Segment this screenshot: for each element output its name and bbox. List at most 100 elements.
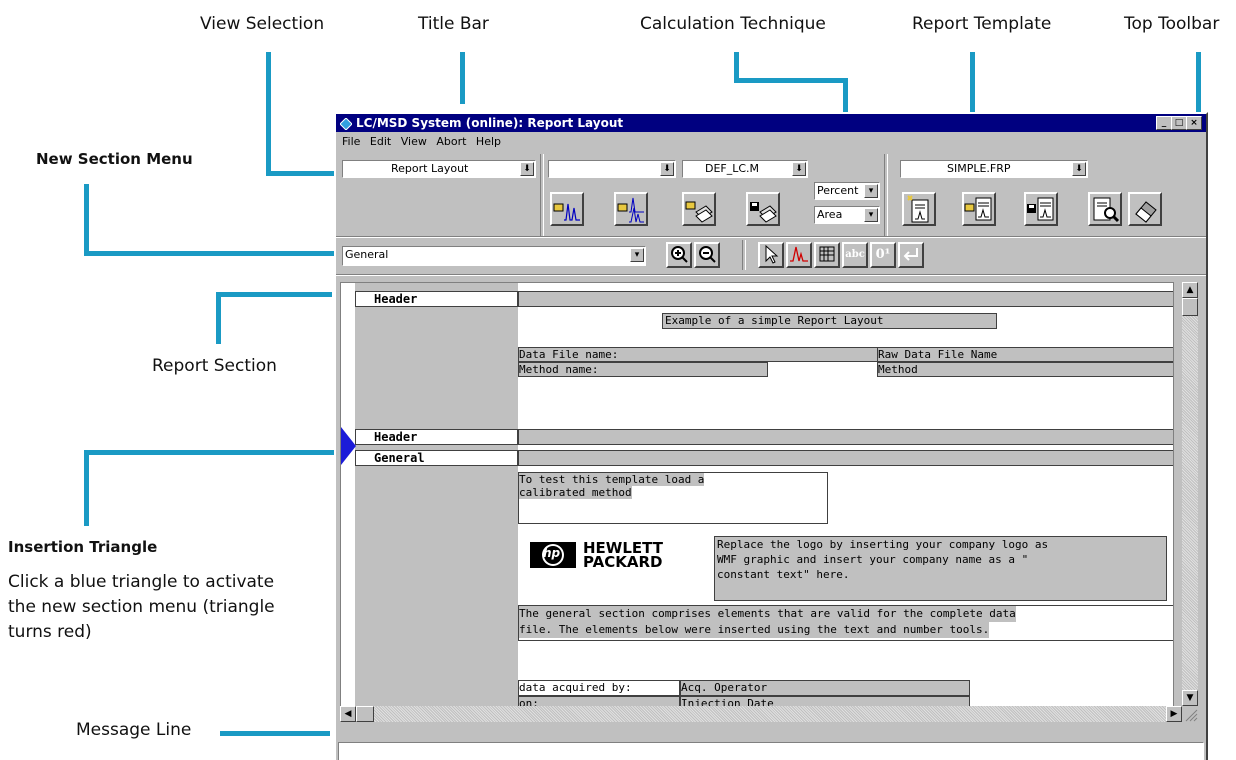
method-name-field[interactable]: Method name: <box>518 362 768 377</box>
menu-view[interactable]: View <box>401 135 427 148</box>
return-arrow-icon <box>903 248 918 261</box>
test-text-box[interactable]: To test this template load a calibrated … <box>518 472 828 524</box>
select-tool-button[interactable] <box>758 242 784 268</box>
dropdown-arrow-icon[interactable]: ⬇ <box>660 162 674 176</box>
save-template-button[interactable] <box>1024 192 1058 226</box>
menu-edit[interactable]: Edit <box>370 135 391 148</box>
leader-view-selection-h <box>266 171 342 176</box>
new-template-button[interactable] <box>902 192 936 226</box>
toolbar-divider <box>336 274 1206 276</box>
scroll-down-icon[interactable]: ▼ <box>1182 690 1198 706</box>
save-template-icon <box>1027 197 1054 221</box>
pointer-arrow-icon <box>765 244 779 264</box>
leader-view-selection <box>266 52 271 176</box>
callout-view-selection: View Selection <box>200 14 325 34</box>
load-signal-button[interactable] <box>550 192 584 226</box>
menu-abort[interactable]: Abort <box>436 135 466 148</box>
data-file-combo[interactable]: ⬇ <box>548 160 676 178</box>
zoom-in-button[interactable] <box>666 242 692 268</box>
report-title-field[interactable]: Example of a simple Report Layout <box>662 313 997 329</box>
close-button[interactable]: × <box>1186 116 1202 130</box>
scroll-thumb[interactable] <box>1182 298 1198 316</box>
save-method-icon <box>750 202 777 223</box>
leader-report-section-h <box>216 292 332 297</box>
dropdown-arrow-icon[interactable]: ▾ <box>864 184 878 198</box>
horizontal-scrollbar[interactable]: ◀ ▶ <box>340 706 1182 722</box>
acquired-by-label[interactable]: data acquired by: <box>518 680 680 696</box>
method-combo[interactable]: DEF_LC.M ⬇ <box>682 160 808 178</box>
calc-percent-combo[interactable]: Percent ▾ <box>814 182 880 200</box>
scroll-left-icon[interactable]: ◀ <box>340 706 356 722</box>
leader-calc-2 <box>734 78 848 83</box>
callout-new-section-menu: New Section Menu <box>36 150 193 168</box>
number-tool-button[interactable]: 0¹ <box>870 242 896 268</box>
hp-logo[interactable]: hp HEWLETT PACKARD <box>529 539 699 571</box>
save-method-button[interactable] <box>746 192 780 226</box>
replace-logo-text[interactable]: Replace the logo by inserting your compa… <box>714 536 1167 601</box>
scroll-h-thumb[interactable] <box>356 706 374 722</box>
callout-calculation-technique: Calculation Technique <box>640 14 826 34</box>
menu-file[interactable]: File <box>342 135 360 148</box>
leader-insertion-h <box>84 450 346 455</box>
toolbar-separator <box>742 240 746 270</box>
leader-report-section <box>216 292 221 344</box>
section-header-label[interactable]: Header <box>355 291 518 307</box>
section-general-bar[interactable] <box>518 450 1173 466</box>
vertical-scrollbar[interactable]: ▲ ▼ <box>1182 282 1198 706</box>
data-file-field[interactable]: Data File name: <box>518 347 878 362</box>
general-description-text[interactable]: The general section comprises elements t… <box>518 605 1173 641</box>
dropdown-arrow-icon[interactable]: ⬇ <box>1072 162 1086 176</box>
message-line <box>338 742 1204 760</box>
leader-new-section <box>84 184 89 256</box>
load-method-button[interactable] <box>682 192 716 226</box>
scroll-right-icon[interactable]: ▶ <box>1166 706 1182 722</box>
acq-operator-field[interactable]: Acq. Operator <box>680 680 970 696</box>
section-select-combo[interactable]: General ▾ <box>342 246 646 266</box>
section-header-bar[interactable] <box>518 291 1173 307</box>
menu-help[interactable]: Help <box>476 135 501 148</box>
eraser-icon <box>1135 201 1157 223</box>
return-tool-button[interactable] <box>898 242 924 268</box>
raw-data-field[interactable]: Raw Data File Name <box>877 347 1173 362</box>
table-tool-button[interactable] <box>814 242 840 268</box>
calc-area-combo[interactable]: Area ▾ <box>814 206 880 224</box>
minimize-button[interactable]: _ <box>1156 116 1172 130</box>
callout-title-bar: Title Bar <box>418 14 489 34</box>
dropdown-arrow-icon[interactable]: ▾ <box>864 208 878 222</box>
leader-calc-1 <box>734 52 739 80</box>
zoom-out-icon <box>699 246 716 263</box>
report-layout-canvas[interactable]: Header Example of a simple Report Layout… <box>340 282 1174 708</box>
maximize-button[interactable]: □ <box>1171 116 1187 130</box>
signal-red-icon <box>790 246 808 262</box>
table-grid-icon <box>819 246 835 262</box>
scroll-up-icon[interactable]: ▲ <box>1182 282 1198 298</box>
print-preview-icon <box>1093 197 1120 223</box>
report-template-combo[interactable]: SIMPLE.FRP ⬇ <box>900 160 1088 178</box>
title-bar: LC/MSD System (online): Report Layout _ … <box>336 114 1206 132</box>
leader-new-section-h <box>84 251 338 256</box>
clear-button[interactable] <box>1128 192 1162 226</box>
callout-insertion-triangle: Insertion Triangle <box>8 538 158 556</box>
open-template-button[interactable] <box>962 192 996 226</box>
text-tool-button[interactable]: abc <box>842 242 868 268</box>
zoom-out-button[interactable] <box>694 242 720 268</box>
view-selection-combo[interactable]: Report Layout ⬇ <box>342 160 536 178</box>
callout-top-toolbar: Top Toolbar <box>1124 14 1220 34</box>
method-value-field[interactable]: Method <box>877 362 1173 377</box>
open-method-icon <box>685 201 713 223</box>
new-document-icon <box>907 195 929 223</box>
callout-insertion-desc-2: the new section menu (triangle <box>8 597 275 617</box>
open-folder-chromatogram-icon <box>553 203 580 221</box>
callout-insertion-desc-1: Click a blue triangle to activate <box>8 572 275 592</box>
dropdown-arrow-icon[interactable]: ⬇ <box>792 162 806 176</box>
load-multi-signal-button[interactable] <box>614 192 648 226</box>
print-preview-button[interactable] <box>1088 192 1122 226</box>
dropdown-arrow-icon[interactable]: ▾ <box>630 248 644 262</box>
dropdown-arrow-icon[interactable]: ⬇ <box>520 162 534 176</box>
section-header-bar-2[interactable] <box>518 429 1173 445</box>
signal-tool-button[interactable] <box>786 242 812 268</box>
section-general-label[interactable]: General <box>355 450 518 466</box>
leader-insertion <box>84 450 89 526</box>
section-header-label-2[interactable]: Header <box>355 429 518 445</box>
resize-grip-icon[interactable] <box>1182 706 1198 722</box>
